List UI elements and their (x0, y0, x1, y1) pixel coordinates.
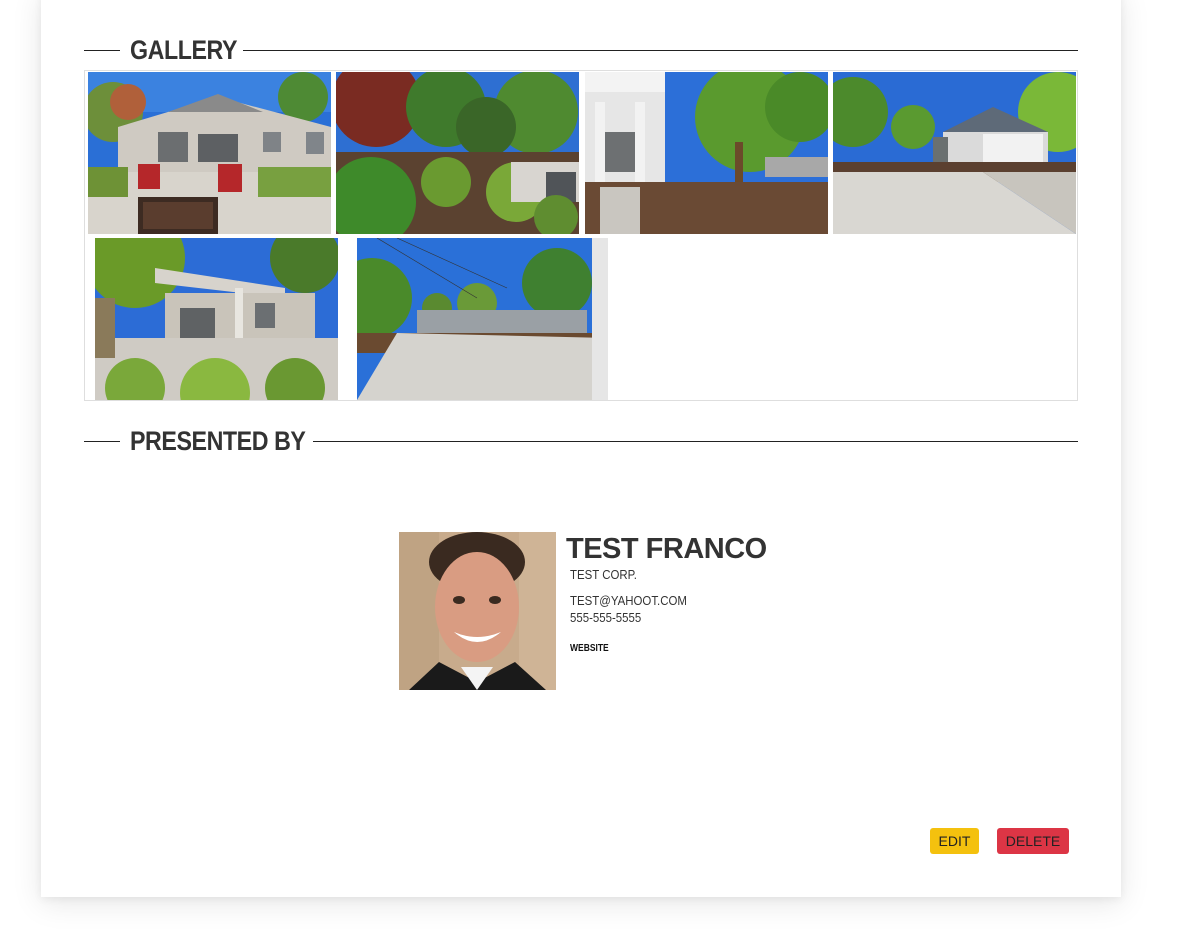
gallery-photo-1[interactable] (88, 72, 331, 234)
gallery-heading: GALLERY (84, 33, 1078, 67)
front-porch-icon (585, 72, 828, 234)
agent-company: TEST CORP. (570, 567, 637, 582)
street-view-icon (357, 238, 608, 400)
agent-phone[interactable]: 555-555-5555 (570, 610, 641, 625)
heading-rule-right (313, 441, 1078, 442)
garage-driveway-icon (833, 72, 1076, 234)
heading-rule-left (84, 441, 120, 442)
edit-button[interactable]: EDIT (930, 828, 979, 854)
gallery-photo-4[interactable] (833, 72, 1076, 234)
presented-by-title: PRESENTED BY (130, 426, 306, 456)
agent-website-link[interactable]: WEBSITE (570, 643, 609, 654)
gallery-photo-2[interactable] (336, 72, 579, 234)
heading-rule-right (243, 50, 1078, 51)
agent-email[interactable]: TEST@YAHOOT.COM (570, 593, 687, 608)
gallery-photo-3[interactable] (585, 72, 828, 234)
listing-card: GALLERY PRESENTED BY TEST FRANCO TEST CO… (41, 0, 1121, 897)
gallery-photo-5[interactable] (95, 238, 338, 400)
agent-avatar (399, 532, 556, 690)
gallery-photo-6[interactable] (357, 238, 608, 400)
presented-by-heading: PRESENTED BY (84, 424, 1078, 458)
gallery-grid (84, 70, 1078, 401)
backyard-patio-icon (88, 72, 331, 234)
garden-icon (336, 72, 579, 234)
delete-button[interactable]: DELETE (997, 828, 1069, 854)
gallery-title: GALLERY (130, 35, 238, 65)
heading-rule-left (84, 50, 120, 51)
agent-portrait-icon (399, 532, 556, 690)
covered-patio-icon (95, 238, 338, 400)
agent-name: TEST FRANCO (566, 533, 767, 565)
